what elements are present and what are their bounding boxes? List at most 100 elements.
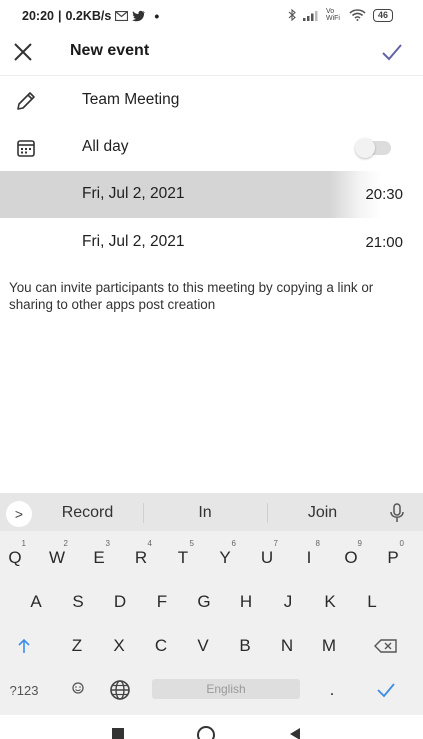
key-label: P [387, 548, 399, 567]
status-left: 20:20 | 0.2KB/s • [22, 8, 160, 24]
event-title-field[interactable]: Team Meeting [82, 91, 179, 109]
key-d[interactable]: D [100, 581, 140, 623]
recents-button[interactable] [112, 728, 124, 739]
key-hint: 6 [231, 539, 236, 548]
status-bar: 20:20 | 0.2KB/s • Vo WiFi 46 [0, 0, 423, 30]
microphone-icon[interactable] [387, 502, 407, 524]
key-hint: 3 [105, 539, 110, 548]
suggestion-divider [267, 503, 268, 523]
toggle-knob [355, 138, 375, 158]
key-a[interactable]: A [16, 581, 56, 623]
home-button[interactable] [197, 726, 215, 739]
globe-icon [110, 680, 130, 700]
bluetooth-icon [288, 9, 296, 21]
suggestion-divider [143, 503, 144, 523]
key-hint: 4 [147, 539, 152, 548]
wifi-icon [349, 9, 366, 21]
period-key[interactable]: . [312, 669, 352, 711]
key-m[interactable]: M [309, 625, 349, 667]
key-o[interactable]: O9 [331, 537, 371, 579]
status-time: 20:20 [22, 9, 54, 23]
key-n[interactable]: N [267, 625, 307, 667]
enter-check-icon [377, 683, 395, 698]
key-z[interactable]: Z [57, 625, 97, 667]
mail-icon [115, 11, 129, 21]
key-hint: 7 [273, 539, 278, 548]
suggestion-bar: > Record In Join [0, 493, 423, 531]
shift-key[interactable] [4, 625, 44, 667]
end-date[interactable]: Fri, Jul 2, 2021 [82, 233, 185, 251]
symbols-key[interactable]: ?123 [4, 669, 44, 711]
key-h[interactable]: H [226, 581, 266, 623]
key-label: Q [8, 548, 22, 567]
key-g[interactable]: G [184, 581, 224, 623]
key-x[interactable]: X [99, 625, 139, 667]
status-right: Vo WiFi 46 [288, 8, 393, 22]
key-k[interactable]: K [310, 581, 350, 623]
key-s[interactable]: S [58, 581, 98, 623]
key-label: O [344, 548, 358, 567]
key-hint: 9 [357, 539, 362, 548]
event-title-row[interactable]: Team Meeting [0, 77, 423, 124]
key-label: B [239, 636, 251, 655]
status-speed: 0.2KB/s [65, 9, 112, 23]
key-label: F [156, 592, 168, 611]
all-day-label: All day [82, 138, 129, 155]
pencil-icon [17, 92, 35, 110]
key-label: G [197, 592, 211, 611]
save-check-icon[interactable] [379, 39, 405, 65]
all-day-row: All day [0, 124, 423, 171]
key-p[interactable]: P0 [373, 537, 413, 579]
key-e[interactable]: E3 [79, 537, 119, 579]
emoji-key[interactable] [58, 669, 98, 711]
key-b[interactable]: B [225, 625, 265, 667]
key-v[interactable]: V [183, 625, 223, 667]
key-label: C [154, 636, 168, 655]
enter-key[interactable] [366, 669, 406, 711]
key-label: H [239, 592, 253, 611]
key-l[interactable]: L [352, 581, 392, 623]
key-y[interactable]: Y6 [205, 537, 245, 579]
back-button[interactable] [290, 728, 300, 739]
key-label: N [280, 636, 294, 655]
key-j[interactable]: J [268, 581, 308, 623]
suggestion-1[interactable]: Record [50, 504, 125, 522]
key-label: K [324, 592, 336, 611]
key-label: X [113, 636, 125, 655]
key-label: D [113, 592, 127, 611]
key-label: Y [219, 548, 231, 567]
key-label: Z [71, 636, 83, 655]
key-hint: 0 [399, 539, 404, 548]
key-w[interactable]: W2 [37, 537, 77, 579]
key-label: M [321, 636, 337, 655]
key-t[interactable]: T5 [163, 537, 203, 579]
start-datetime-row[interactable]: Fri, Jul 2, 2021 20:30 [0, 171, 423, 218]
language-key[interactable] [100, 669, 140, 711]
key-label: J [283, 592, 293, 611]
space-key[interactable]: English [152, 679, 300, 699]
key-u[interactable]: U7 [247, 537, 287, 579]
end-time[interactable]: 21:00 [365, 234, 403, 251]
key-i[interactable]: I8 [289, 537, 329, 579]
key-q[interactable]: Q1 [0, 537, 35, 579]
key-label: I [306, 548, 312, 567]
notification-dot: • [154, 8, 160, 24]
key-r[interactable]: R4 [121, 537, 161, 579]
suggestion-2[interactable]: In [175, 504, 235, 522]
key-label: R [134, 548, 148, 567]
backspace-key[interactable] [366, 625, 406, 667]
shift-arrow-icon [18, 638, 30, 653]
key-f[interactable]: F [142, 581, 182, 623]
page-title: New event [70, 42, 150, 59]
keyboard: > Record In Join Q1W2E3R4T5Y6U7I8O9P0ASD… [0, 493, 423, 715]
all-day-toggle[interactable] [355, 138, 391, 158]
key-c[interactable]: C [141, 625, 181, 667]
start-date[interactable]: Fri, Jul 2, 2021 [82, 185, 185, 203]
start-time[interactable]: 20:30 [365, 186, 403, 203]
end-datetime-row[interactable]: Fri, Jul 2, 2021 21:00 [0, 219, 423, 266]
invite-info-text: You can invite participants to this meet… [9, 280, 374, 312]
close-icon[interactable] [10, 39, 36, 65]
key-label: W [48, 548, 66, 567]
suggestion-3[interactable]: Join [290, 504, 355, 522]
expand-toolbar-button[interactable]: > [6, 501, 32, 527]
